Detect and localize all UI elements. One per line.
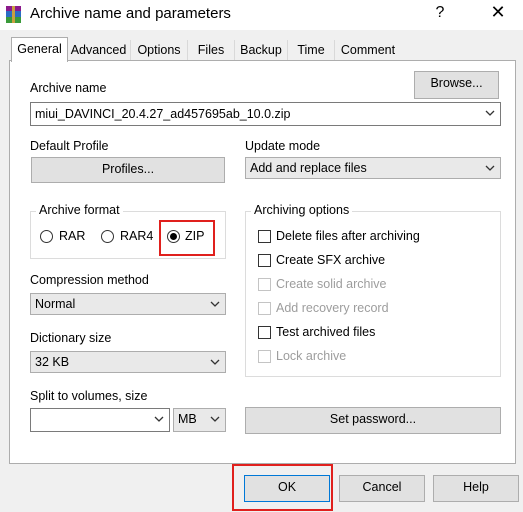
help-button[interactable]: Help <box>433 475 519 502</box>
split-unit-select[interactable]: MB <box>173 408 226 432</box>
update-mode-label: Update mode <box>245 139 321 153</box>
zip-highlight-box <box>159 220 215 256</box>
recovery-record-label: Add recovery record <box>276 301 389 315</box>
chevron-down-icon <box>154 416 164 422</box>
checkbox-delete-files[interactable] <box>258 230 271 243</box>
archive-name-label: Archive name <box>30 81 107 95</box>
close-icon[interactable]: ✕ <box>487 2 509 23</box>
chevron-down-icon <box>485 165 495 171</box>
radio-rar4[interactable] <box>101 230 114 243</box>
archive-format-label: Archive format <box>36 203 123 217</box>
update-mode-value: Add and replace files <box>250 161 367 175</box>
tab-backup[interactable]: Backup <box>235 40 288 60</box>
winrar-app-icon <box>6 6 21 23</box>
tab-advanced[interactable]: Advanced <box>67 40 131 60</box>
window-title: Archive name and parameters <box>30 5 231 22</box>
dictionary-value: 32 KB <box>35 355 70 369</box>
ok-highlight-box <box>232 464 333 511</box>
cancel-button[interactable]: Cancel <box>339 475 425 502</box>
tab-comment[interactable]: Comment <box>335 40 401 60</box>
chevron-down-icon <box>485 110 495 116</box>
split-size-input[interactable] <box>30 408 170 432</box>
checkbox-recovery-record <box>258 302 271 315</box>
help-title-button[interactable]: ? <box>431 4 449 22</box>
compression-select[interactable]: Normal <box>30 293 226 315</box>
compression-value: Normal <box>35 297 76 311</box>
update-mode-select[interactable]: Add and replace files <box>245 157 501 179</box>
chevron-down-icon <box>210 301 220 307</box>
test-files-label[interactable]: Test archived files <box>276 325 375 339</box>
split-unit-value: MB <box>178 412 197 426</box>
browse-button[interactable]: Browse... <box>414 71 499 99</box>
radio-rar[interactable] <box>40 230 53 243</box>
dictionary-label: Dictionary size <box>30 331 112 345</box>
archive-name-input[interactable]: miui_DAVINCI_20.4.27_ad457695ab_10.0.zip <box>30 102 501 126</box>
delete-files-label[interactable]: Delete files after archiving <box>276 229 420 243</box>
tab-time[interactable]: Time <box>288 40 335 60</box>
lock-archive-label: Lock archive <box>276 349 347 363</box>
compression-label: Compression method <box>30 273 149 287</box>
checkbox-test-files[interactable] <box>258 326 271 339</box>
dictionary-select[interactable]: 32 KB <box>30 351 226 373</box>
tab-options[interactable]: Options <box>131 40 188 60</box>
chevron-down-icon <box>210 359 220 365</box>
chevron-down-icon <box>210 416 220 422</box>
radio-rar4-label[interactable]: RAR4 <box>120 229 153 243</box>
create-sfx-label[interactable]: Create SFX archive <box>276 253 385 267</box>
set-password-button[interactable]: Set password... <box>245 407 501 434</box>
solid-archive-label: Create solid archive <box>276 277 387 291</box>
tab-general[interactable]: General <box>11 37 68 62</box>
checkbox-lock-archive <box>258 350 271 363</box>
checkbox-create-sfx[interactable] <box>258 254 271 267</box>
archiving-options-label: Archiving options <box>251 203 353 217</box>
split-volumes-label: Split to volumes, size <box>30 389 148 403</box>
profiles-button[interactable]: Profiles... <box>31 157 225 183</box>
tab-files[interactable]: Files <box>188 40 235 60</box>
default-profile-label: Default Profile <box>30 139 109 153</box>
radio-rar-label[interactable]: RAR <box>59 229 85 243</box>
archive-name-value: miui_DAVINCI_20.4.27_ad457695ab_10.0.zip <box>35 107 291 121</box>
checkbox-solid-archive <box>258 278 271 291</box>
